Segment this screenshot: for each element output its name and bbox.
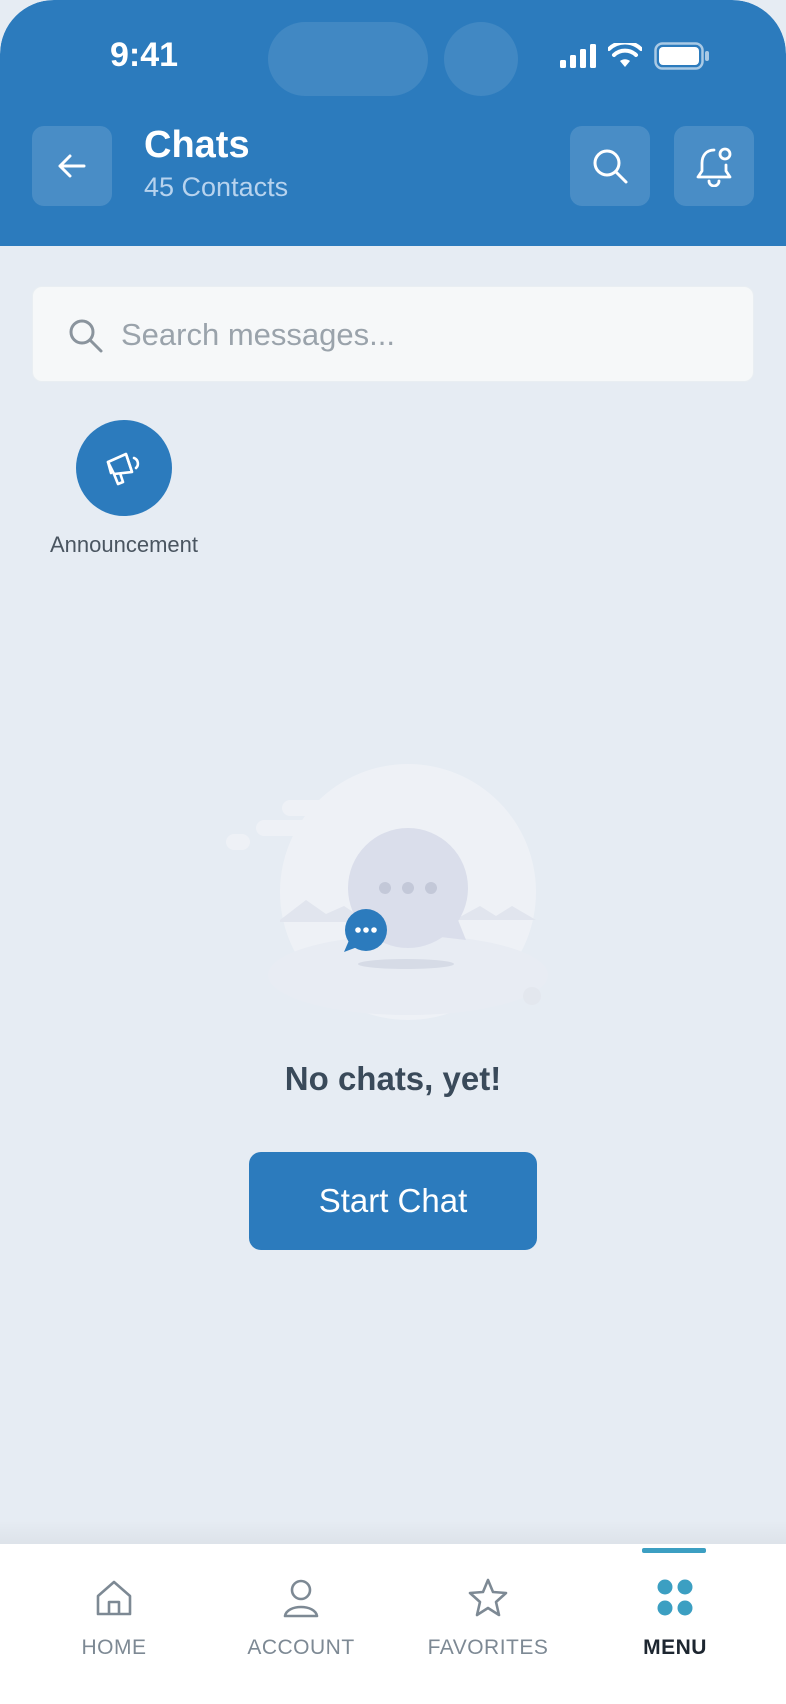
megaphone-icon: [106, 452, 140, 486]
start-chat-button[interactable]: Start Chat: [249, 1152, 537, 1250]
status-time: 9:41: [110, 36, 179, 74]
notifications-button[interactable]: [674, 126, 754, 206]
active-tab-indicator: [642, 1548, 706, 1553]
search-bar: [32, 286, 754, 382]
empty-chats-illustration: [226, 764, 548, 1020]
app-screen: 9:41 Chats 45 Contacts Search messages..…: [0, 0, 786, 1704]
wifi-icon: [608, 43, 642, 67]
search-button[interactable]: [570, 126, 650, 206]
dynamic-island-camera: [444, 22, 518, 96]
nav-home[interactable]: HOME: [21, 1544, 207, 1684]
nav-label-favorites: FAVORITES: [427, 1636, 549, 1659]
nav-label-menu: MENU: [643, 1636, 707, 1659]
menu-grid-icon: [657, 1579, 693, 1616]
nav-account[interactable]: ACCOUNT: [208, 1544, 394, 1684]
search-input[interactable]: [121, 307, 721, 363]
arrow-left-icon: [58, 154, 86, 178]
bottom-nav-shadow: [0, 1520, 786, 1544]
contacts-count: 45 Contacts: [144, 172, 289, 202]
nav-favorites[interactable]: FAVORITES: [395, 1544, 581, 1684]
page-title: Chats: [144, 124, 250, 166]
search-icon: [69, 319, 103, 353]
battery-icon: [654, 42, 709, 70]
header: 9:41 Chats 45 Contacts: [0, 0, 786, 246]
bottom-nav: HOME ACCOUNT FAVORITES MENU: [0, 1544, 786, 1704]
status-icons: [560, 42, 710, 70]
announcement-avatar: [76, 420, 172, 516]
search-icon: [593, 149, 628, 184]
empty-state-title: No chats, yet!: [284, 1060, 502, 1097]
dynamic-island: [268, 22, 428, 96]
back-button[interactable]: [32, 126, 112, 206]
nav-label-account: ACCOUNT: [247, 1636, 355, 1659]
home-icon: [96, 1580, 132, 1616]
announcement-label: Announcement: [50, 532, 198, 557]
nav-label-home: HOME: [81, 1636, 147, 1659]
nav-menu[interactable]: MENU: [582, 1544, 768, 1684]
user-icon: [283, 1579, 319, 1618]
star-icon: [468, 1578, 508, 1617]
announcement-channel[interactable]: Announcement: [36, 420, 212, 558]
signal-icon: [560, 44, 596, 68]
bell-notification-icon: [696, 147, 732, 187]
